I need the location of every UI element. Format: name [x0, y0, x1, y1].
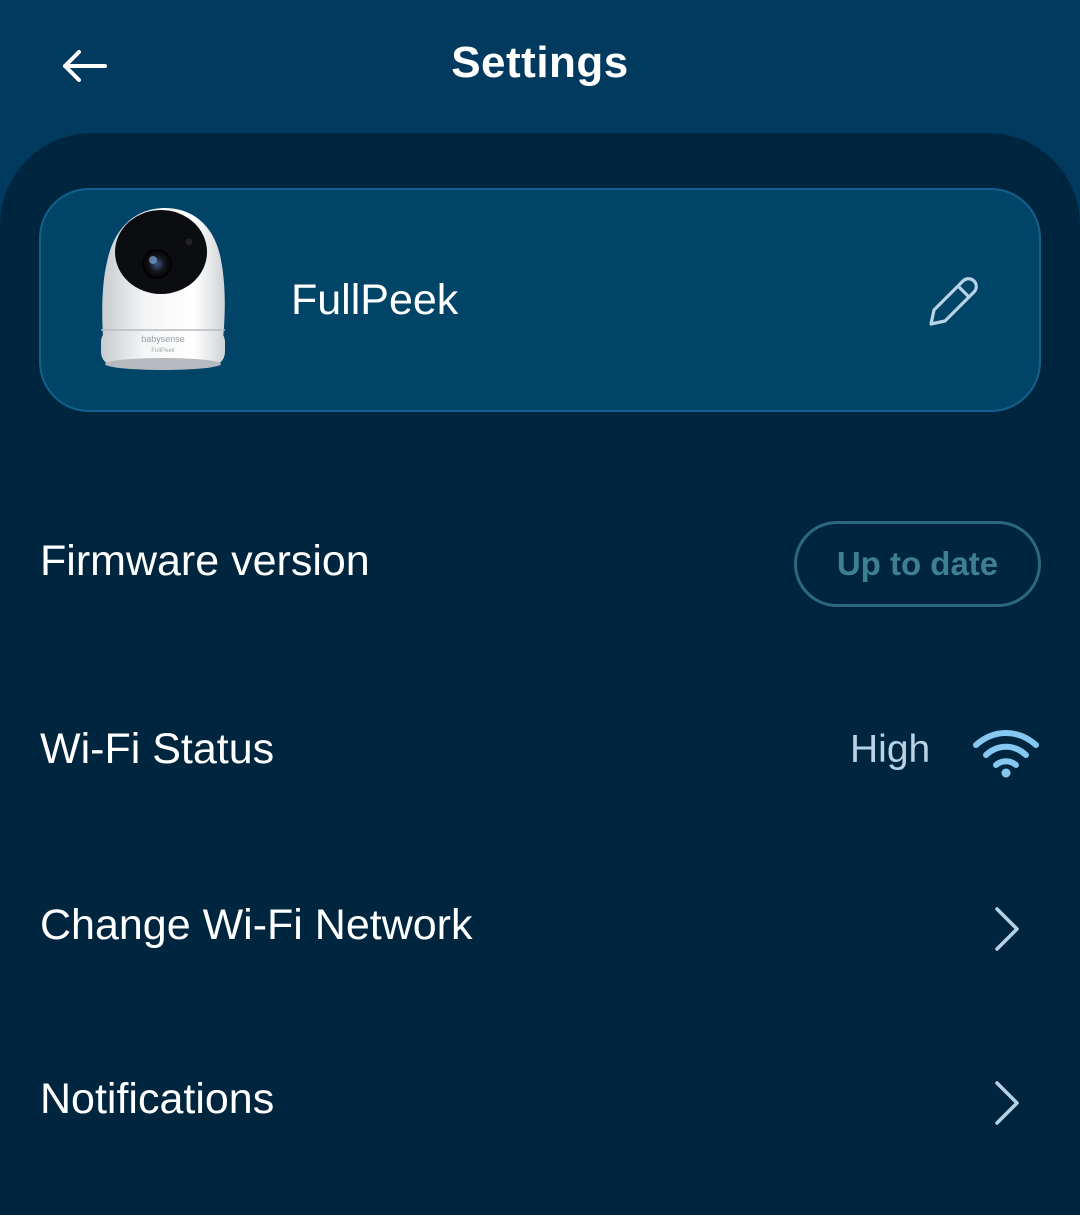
page-title: Settings [451, 38, 629, 87]
camera-image: babysense FullPeek [101, 208, 225, 370]
change-wifi-label: Change Wi-Fi Network [40, 901, 473, 949]
wifi-status-value: High [850, 728, 931, 771]
notifications-label: Notifications [40, 1075, 275, 1123]
device-card[interactable]: babysense FullPeek FullPeek [39, 188, 1041, 412]
chevron-right-icon [984, 1075, 1030, 1131]
wifi-icon [973, 730, 1039, 778]
wifi-status-label: Wi-Fi Status [40, 725, 275, 773]
header: Settings [0, 0, 1080, 133]
chevron-right-icon [984, 901, 1030, 957]
firmware-row: Firmware version Up to date [0, 493, 1080, 633]
firmware-status-badge: Up to date [794, 521, 1041, 607]
firmware-label: Firmware version [40, 537, 370, 585]
edit-device-name-button[interactable] [921, 270, 985, 334]
pencil-icon [929, 277, 978, 326]
change-wifi-row[interactable]: Change Wi-Fi Network [0, 863, 1080, 993]
camera-model: FullPeek [151, 348, 175, 354]
wifi-status-row: Wi-Fi Status High [0, 689, 1080, 809]
device-name: FullPeek [291, 276, 459, 324]
settings-panel: babysense FullPeek FullPeek Firmware ver… [0, 133, 1080, 1215]
notifications-row[interactable]: Notifications [0, 1039, 1080, 1169]
camera-brand: babysense [141, 334, 185, 344]
settings-screen: Settings babysense FullPeek FullPeek Fir… [0, 0, 1080, 1215]
